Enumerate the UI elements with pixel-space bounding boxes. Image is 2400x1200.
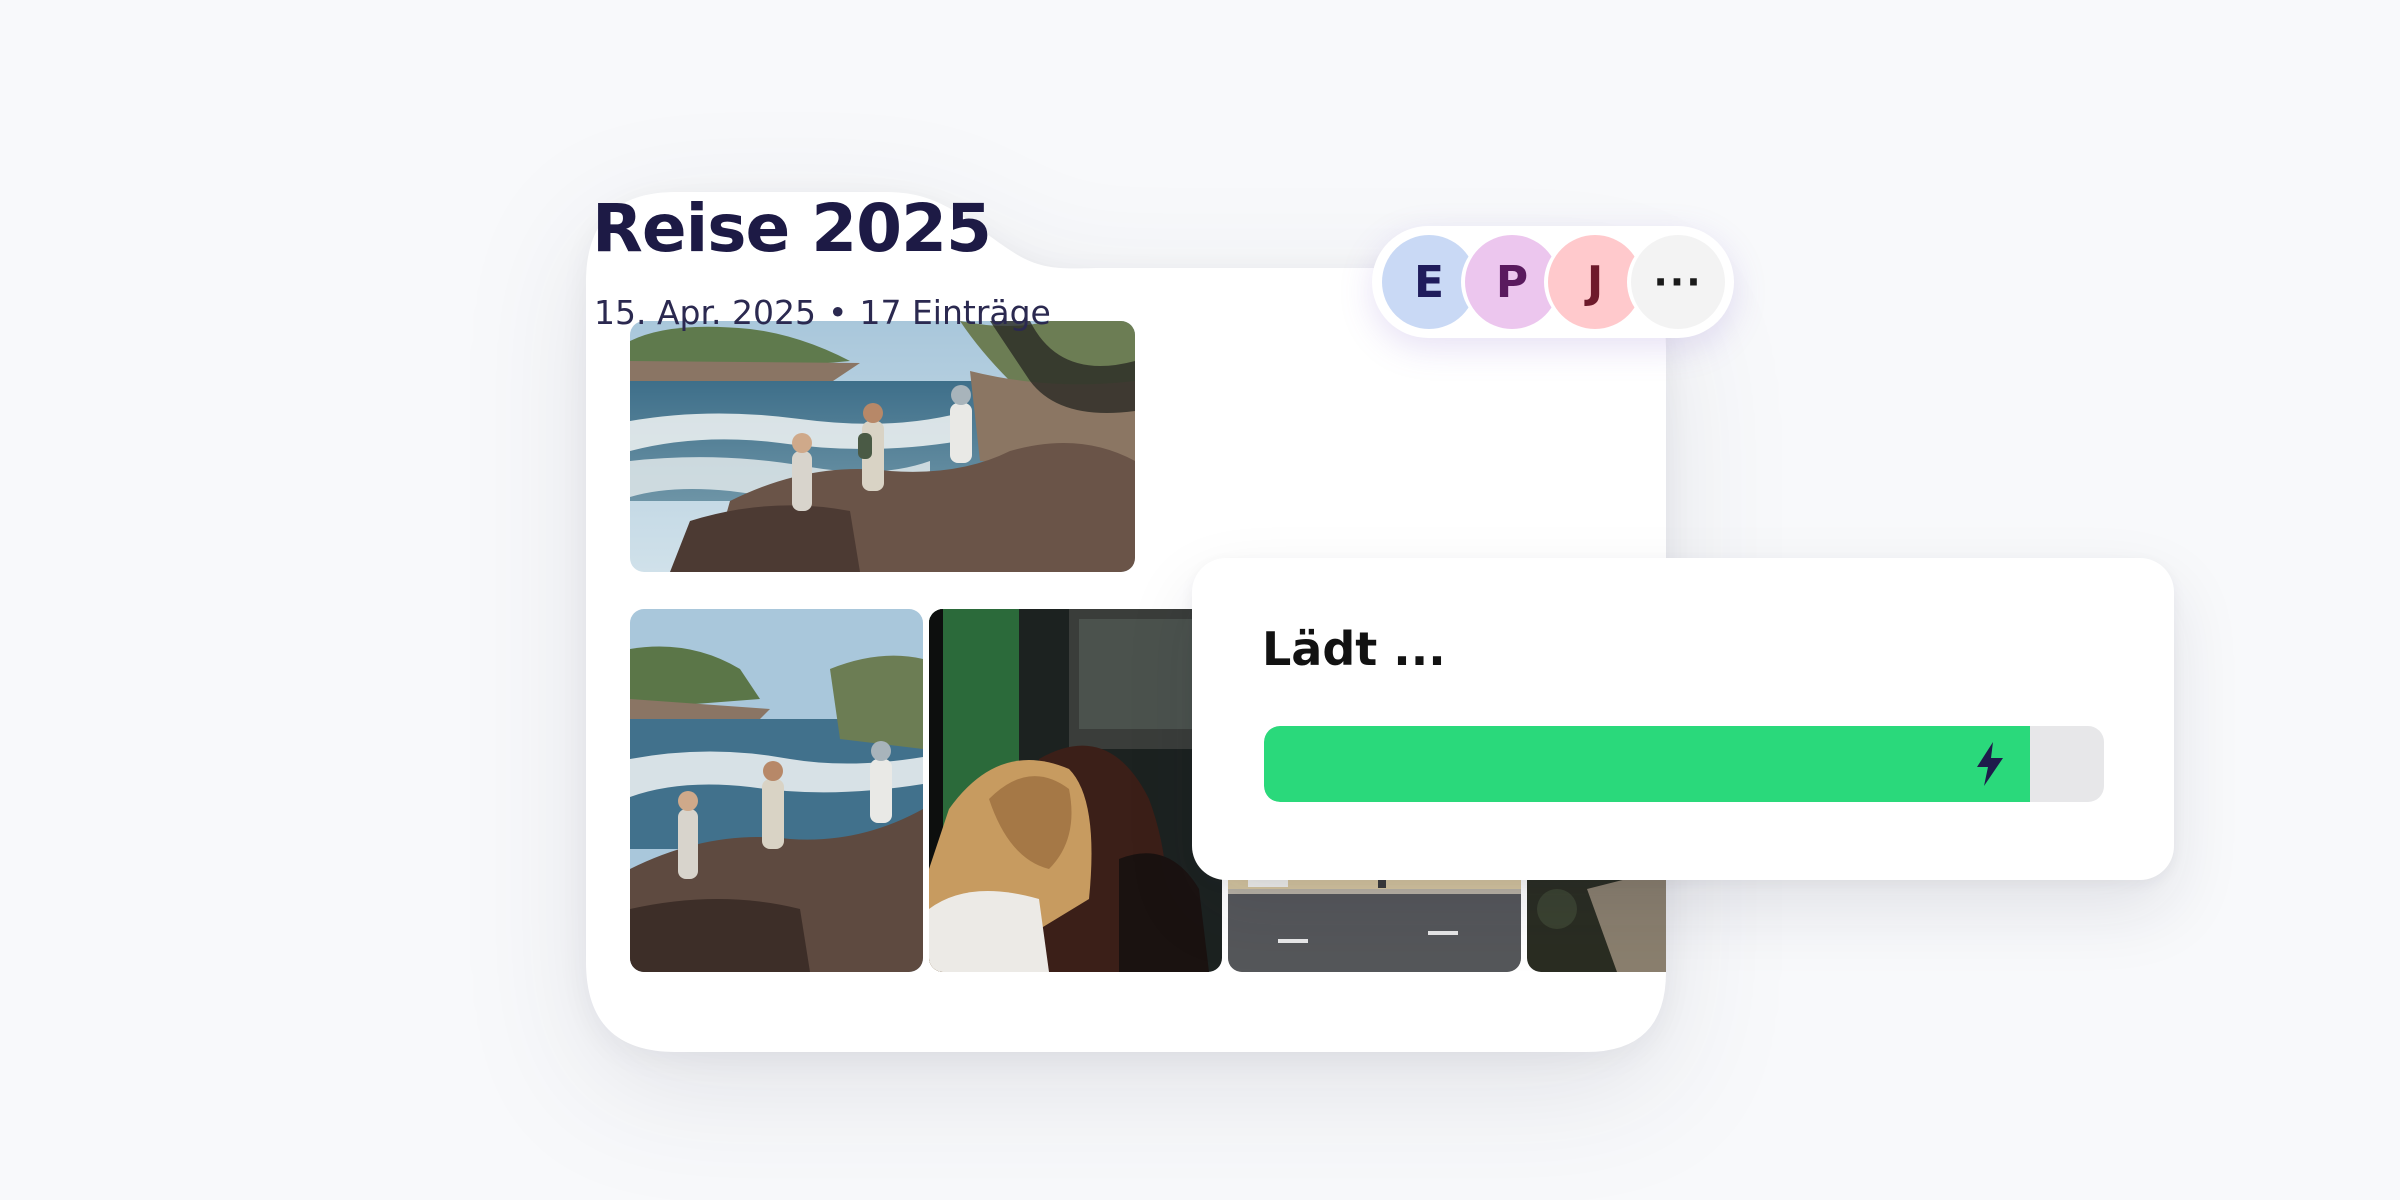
avatar-initial: J	[1586, 256, 1604, 308]
avatar-initial: P	[1495, 256, 1529, 308]
album-title: Reise 2025	[592, 190, 992, 267]
album-date: 15. Apr. 2025	[594, 293, 816, 332]
bolt-icon	[1977, 742, 2004, 786]
avatar-j[interactable]: J	[1548, 235, 1642, 329]
meta-separator: •	[828, 293, 848, 332]
loading-title: Lädt ...	[1262, 622, 1446, 676]
grid-photo-train[interactable]	[929, 609, 1222, 972]
loading-card: Lädt ...	[1192, 558, 2174, 880]
avatar-p[interactable]: P	[1465, 235, 1559, 329]
avatar-e[interactable]: E	[1382, 235, 1476, 329]
avatar-initial: E	[1413, 256, 1445, 308]
shared-members[interactable]: E P J ···	[1372, 226, 1734, 338]
cover-photo[interactable]	[630, 321, 1135, 572]
progress-fill	[1264, 726, 2031, 802]
progress-bar	[1264, 726, 2104, 802]
grid-photo-beach[interactable]	[630, 609, 923, 972]
more-members-button[interactable]: ···	[1631, 235, 1725, 329]
album-meta: 15. Apr. 2025 • 17 Einträge	[594, 293, 1051, 332]
album-entry-count: 17 Einträge	[859, 293, 1051, 332]
more-icon: ···	[1653, 260, 1703, 304]
